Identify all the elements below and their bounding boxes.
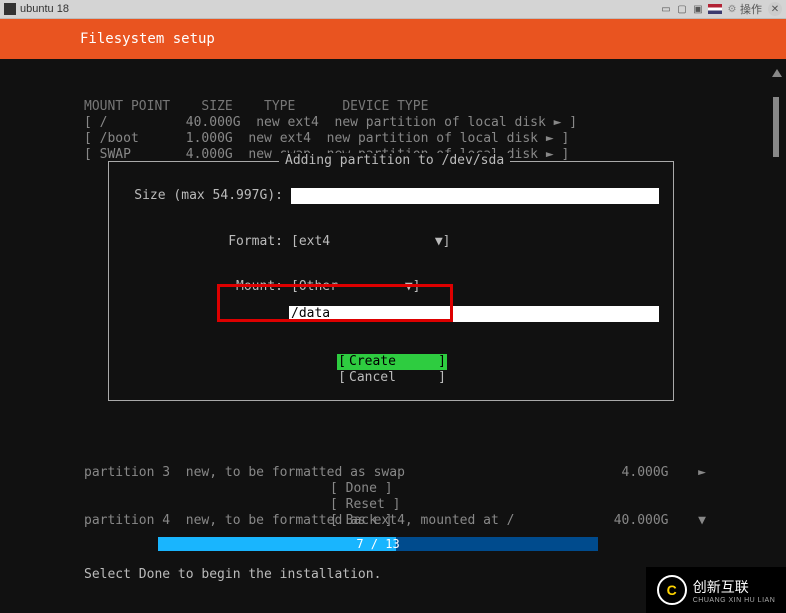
chevron-right-icon[interactable]: ► <box>546 147 554 162</box>
gear-icon[interactable]: ⚙ <box>726 3 738 15</box>
chevron-right-icon: ► <box>692 465 706 481</box>
window-titlebar: ubuntu 18 ▭ ▢ ▣ ⚙ 操作 ✕ <box>0 0 786 19</box>
progress-bar: 7 / 13 <box>158 537 598 551</box>
reset-button[interactable]: [ Reset ] <box>330 497 400 513</box>
flag-icon <box>708 4 722 14</box>
chevron-down-icon: ▼ <box>405 279 413 294</box>
watermark-logo-icon: C <box>657 575 687 605</box>
hint-text: Select Done to begin the installation. <box>84 567 381 582</box>
format-select[interactable]: [ ext4▼ ] <box>291 234 450 249</box>
scroll-thumb[interactable] <box>773 97 779 157</box>
page-title: Filesystem setup <box>80 31 215 47</box>
page-header: Filesystem setup <box>0 19 786 59</box>
create-button[interactable]: [Create] <box>337 354 447 370</box>
col-type: TYPE <box>264 99 295 114</box>
row-mount[interactable]: /boot <box>100 131 139 146</box>
size-label: Size (max 54.997G): <box>123 188 291 203</box>
progress-text: 7 / 13 <box>356 537 399 551</box>
row-mount[interactable]: SWAP <box>100 147 131 162</box>
summary-row[interactable]: partition 3 new, to be formatted as swap… <box>84 465 706 481</box>
cancel-button[interactable]: [Cancel] <box>337 370 447 386</box>
chevron-right-icon[interactable]: ► <box>546 131 554 146</box>
dialog-title: Adding partition to /dev/sda <box>279 153 510 168</box>
action-label[interactable]: 操作 <box>740 1 762 17</box>
win-ctrl-1[interactable]: ▭ <box>660 3 672 15</box>
col-size: SIZE <box>201 99 232 114</box>
mount-path-input[interactable]: /data <box>289 306 659 322</box>
watermark: C 创新互联 CHUANG XIN HU LIAN <box>646 567 786 613</box>
win-ctrl-3[interactable]: ▣ <box>692 3 704 15</box>
chevron-down-icon: ▼ <box>692 513 706 529</box>
window-title: ubuntu 18 <box>20 3 69 15</box>
close-icon[interactable]: ✕ <box>768 2 782 16</box>
nav-buttons: [ Done ] [ Reset ] [ Back ] <box>330 481 400 529</box>
win-ctrl-2[interactable]: ▢ <box>676 3 688 15</box>
col-mount: MOUNT POINT <box>84 99 170 114</box>
format-label: Format: <box>123 234 291 249</box>
watermark-py: CHUANG XIN HU LIAN <box>693 597 776 604</box>
watermark-cn: 创新互联 <box>693 577 776 597</box>
row-mount[interactable]: / <box>100 115 108 130</box>
chevron-right-icon[interactable]: ► <box>554 115 562 130</box>
mount-select[interactable]: [ Other▼ ] <box>291 279 420 294</box>
size-input[interactable] <box>291 188 659 204</box>
chevron-down-icon: ▼ <box>435 234 443 249</box>
col-dev: DEVICE TYPE <box>342 99 428 114</box>
done-button[interactable]: [ Done ] <box>330 481 400 497</box>
scrollbar[interactable] <box>772 69 780 593</box>
installer-screen: MOUNT POINT SIZE TYPE DEVICE TYPE [ / 40… <box>0 59 786 613</box>
mount-label: Mount: <box>123 279 291 294</box>
back-button[interactable]: [ Back ] <box>330 513 400 529</box>
scroll-up-icon[interactable] <box>772 69 782 77</box>
vm-icon <box>4 3 16 15</box>
add-partition-dialog: Adding partition to /dev/sda Size (max 5… <box>108 161 674 401</box>
